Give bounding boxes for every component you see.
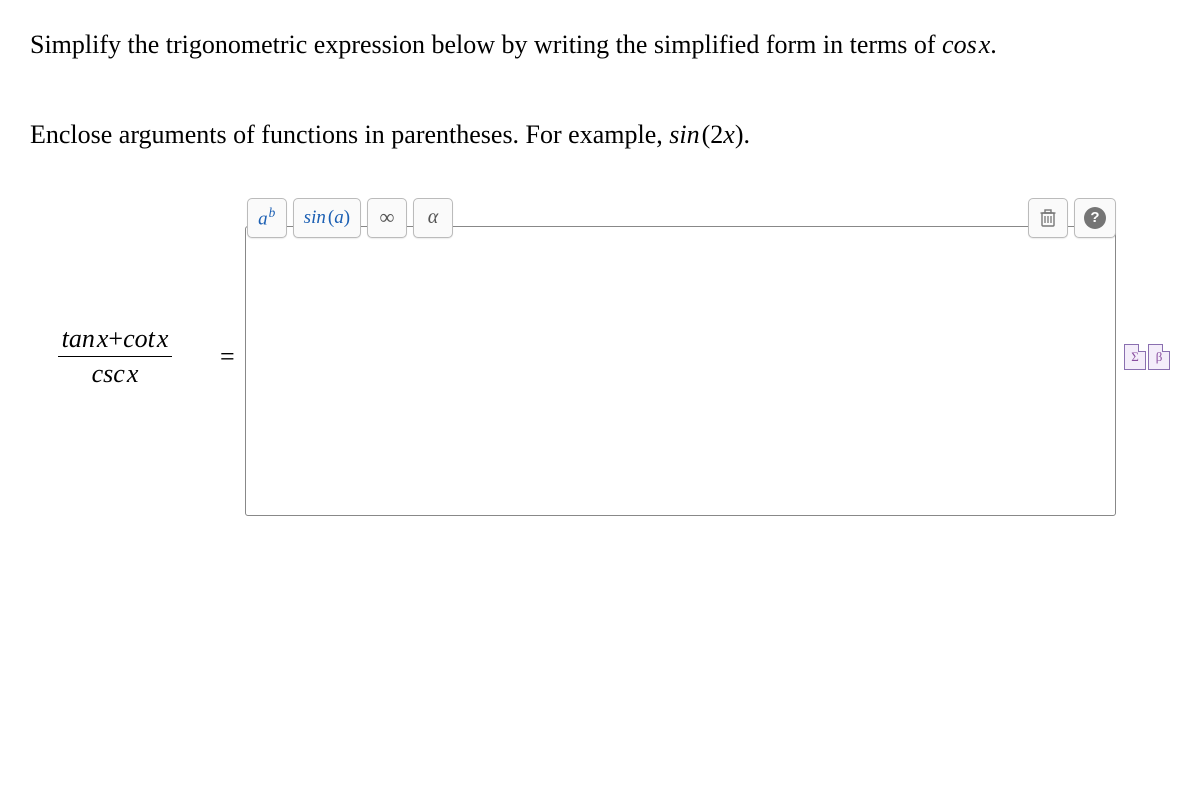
text: . — [743, 120, 750, 149]
editor-toolbar: ab sin(a) ∞ α — [245, 198, 1116, 238]
exponent-button[interactable]: ab — [247, 198, 287, 238]
arg-num: 2 — [710, 120, 723, 149]
trig-arg: a — [334, 207, 344, 228]
plus: + — [108, 324, 123, 353]
trig-label: sin — [304, 207, 326, 228]
math-editor: ab sin(a) ∞ α — [245, 198, 1116, 516]
text: . — [990, 30, 997, 59]
cos-var: x — [979, 30, 991, 59]
text: Simplify the trigonometric expression be… — [30, 30, 942, 59]
csc-var: x — [127, 359, 139, 388]
alpha-icon: α — [428, 206, 439, 229]
question-line-2: Enclose arguments of functions in parent… — [30, 118, 1170, 152]
beta-icon: β — [1156, 349, 1163, 365]
arg-var: x — [723, 120, 735, 149]
trash-button[interactable] — [1028, 198, 1068, 238]
denominator: cscx — [58, 357, 173, 389]
sigma-page-button[interactable]: Σ — [1124, 344, 1146, 370]
alpha-button[interactable]: α — [413, 198, 453, 238]
help-button[interactable]: ? — [1074, 198, 1116, 238]
trash-icon — [1039, 208, 1057, 228]
help-q: ? — [1090, 209, 1099, 226]
beta-page-button[interactable]: β — [1148, 344, 1170, 370]
paren-open: ( — [702, 120, 711, 149]
infinity-button[interactable]: ∞ — [367, 198, 407, 238]
cot-var: x — [157, 324, 169, 353]
equals-sign: = — [220, 342, 235, 372]
numerator: tanx+cotx — [58, 324, 173, 357]
tan-func: tan — [62, 324, 95, 353]
fraction: tanx+cotx cscx — [58, 324, 173, 389]
sin-func: sin — [669, 120, 699, 149]
side-actions: Σ β — [1124, 344, 1170, 370]
answer-row: tanx+cotx cscx = ab sin(a) ∞ α — [30, 198, 1170, 516]
cot-func: cot — [123, 324, 155, 353]
csc-func: csc — [92, 359, 125, 388]
help-icon: ? — [1084, 207, 1106, 229]
text: Enclose arguments of functions in parent… — [30, 120, 669, 149]
expression-lhs: tanx+cotx cscx — [30, 324, 200, 389]
infinity-icon: ∞ — [380, 205, 395, 230]
pc: ) — [344, 207, 350, 228]
math-input-area[interactable] — [245, 226, 1116, 516]
sigma-icon: Σ — [1131, 349, 1139, 365]
tan-var: x — [97, 324, 109, 353]
exp-base: a — [258, 208, 268, 229]
exp-power: b — [269, 205, 276, 220]
question-line-1: Simplify the trigonometric expression be… — [30, 28, 1170, 62]
trig-button[interactable]: sin(a) — [293, 198, 361, 238]
cos-func: cos — [942, 30, 977, 59]
